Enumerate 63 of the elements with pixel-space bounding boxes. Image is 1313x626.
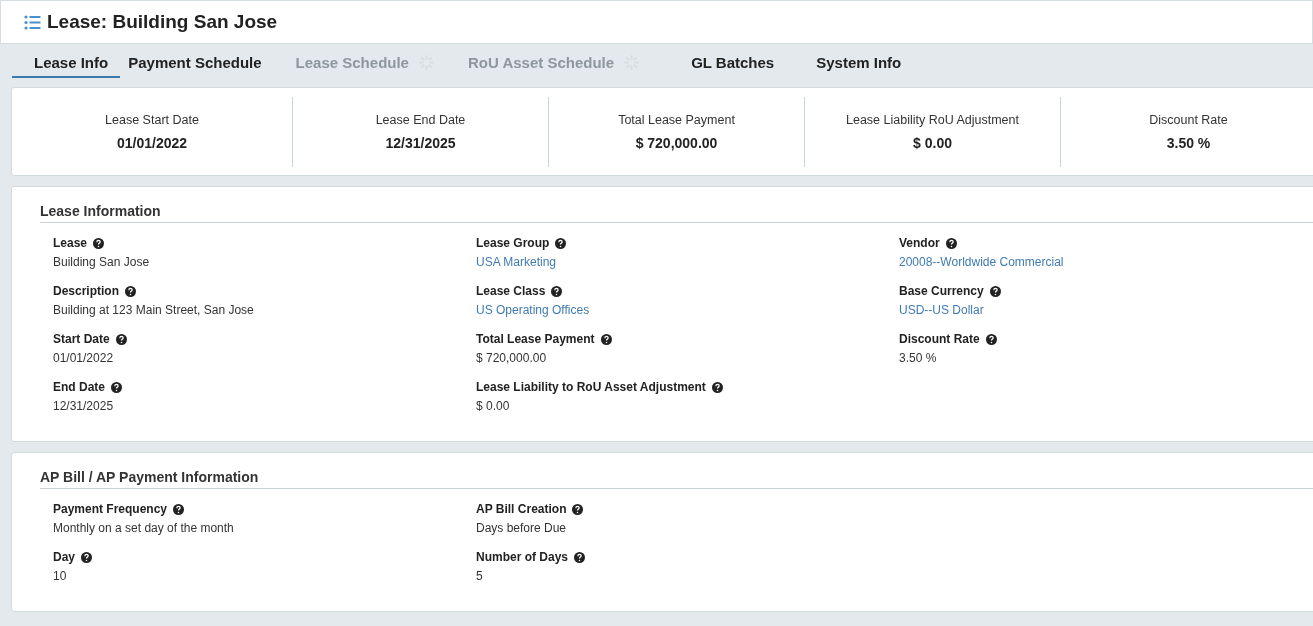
field-value: Building San Jose — [53, 255, 150, 269]
field-link[interactable]: USA Marketing — [476, 255, 557, 269]
help-icon[interactable] — [989, 285, 1001, 297]
field-value: $ 720,000.00 — [476, 351, 547, 365]
field-value: Building at 123 Main Street, San Jose — [53, 303, 254, 317]
field-link[interactable]: US Operating Offices — [476, 303, 590, 317]
help-icon[interactable] — [551, 285, 563, 297]
field-value: 01/01/2022 — [53, 351, 114, 365]
help-icon[interactable] — [574, 551, 586, 563]
summary-label: Lease End Date — [375, 112, 466, 127]
summary-value: $ 0.00 — [913, 134, 952, 151]
help-icon[interactable] — [93, 237, 105, 249]
field-label: Lease Class — [476, 284, 546, 298]
help-icon[interactable] — [173, 503, 185, 515]
tab[interactable]: GL Batches — [651, 49, 787, 78]
field-label: Number of Days — [476, 550, 569, 564]
help-icon[interactable] — [111, 381, 122, 393]
field-label: Total Lease Payment — [476, 332, 595, 346]
summary-value: 3.50 % — [1166, 134, 1211, 151]
field-label: Lease Group — [476, 236, 550, 250]
field-label: Start Date — [53, 332, 110, 346]
summary-value: 12/31/2025 — [385, 134, 456, 151]
field-link[interactable]: USD--US Dollar — [899, 303, 984, 317]
help-icon[interactable] — [985, 333, 997, 345]
field-label: Lease Liability to RoU Asset Adjustment — [476, 380, 706, 394]
summary-value: 01/01/2022 — [116, 134, 188, 151]
field-value: Monthly on a set day of the month — [53, 521, 234, 535]
help-icon[interactable] — [125, 285, 136, 297]
tab[interactable]: System Info — [786, 49, 914, 78]
help-icon[interactable] — [115, 333, 127, 345]
field-label: Description — [53, 284, 119, 298]
field-label: Vendor — [899, 236, 940, 250]
help-icon[interactable] — [555, 237, 567, 249]
help-icon[interactable] — [945, 237, 957, 249]
help-icon[interactable] — [600, 333, 612, 345]
field-value: 12/31/2025 — [53, 399, 114, 413]
summary-label: Lease Liability RoU Adjustment — [846, 112, 1019, 127]
field-value: 3.50 % — [899, 351, 937, 365]
field-label: Discount Rate — [899, 332, 980, 346]
field-label: Base Currency — [899, 284, 984, 298]
section-title: Lease Information — [40, 203, 1313, 223]
field-label: AP Bill Creation — [476, 502, 567, 516]
section-title: AP Bill / AP Payment Information — [40, 469, 1313, 489]
field-label: Lease — [53, 236, 88, 250]
summary-label: Discount Rate — [1149, 112, 1228, 127]
field-value: $ 0.00 — [476, 399, 510, 413]
field-link[interactable]: 20008--Worldwide Commercial — [899, 255, 1064, 269]
tab[interactable]: Lease Info — [12, 49, 121, 78]
list-icon — [24, 14, 41, 30]
help-icon[interactable] — [81, 551, 92, 563]
help-icon[interactable] — [711, 381, 723, 393]
page-title: Lease: Building San Jose — [47, 11, 278, 33]
summary-label: Lease Start Date — [105, 112, 199, 127]
summary-value: $ 720,000.00 — [635, 134, 718, 151]
summary-label: Total Lease Payment — [618, 112, 735, 127]
field-value: 10 — [53, 569, 67, 583]
field-value: Days before Due — [476, 521, 567, 535]
field-label: End Date — [53, 380, 105, 394]
field-value: 5 — [476, 569, 483, 583]
field-label: Payment Frequency — [53, 502, 168, 516]
tab[interactable]: Payment Schedule — [120, 49, 274, 78]
field-label: Day — [53, 550, 75, 564]
help-icon[interactable] — [572, 503, 584, 515]
